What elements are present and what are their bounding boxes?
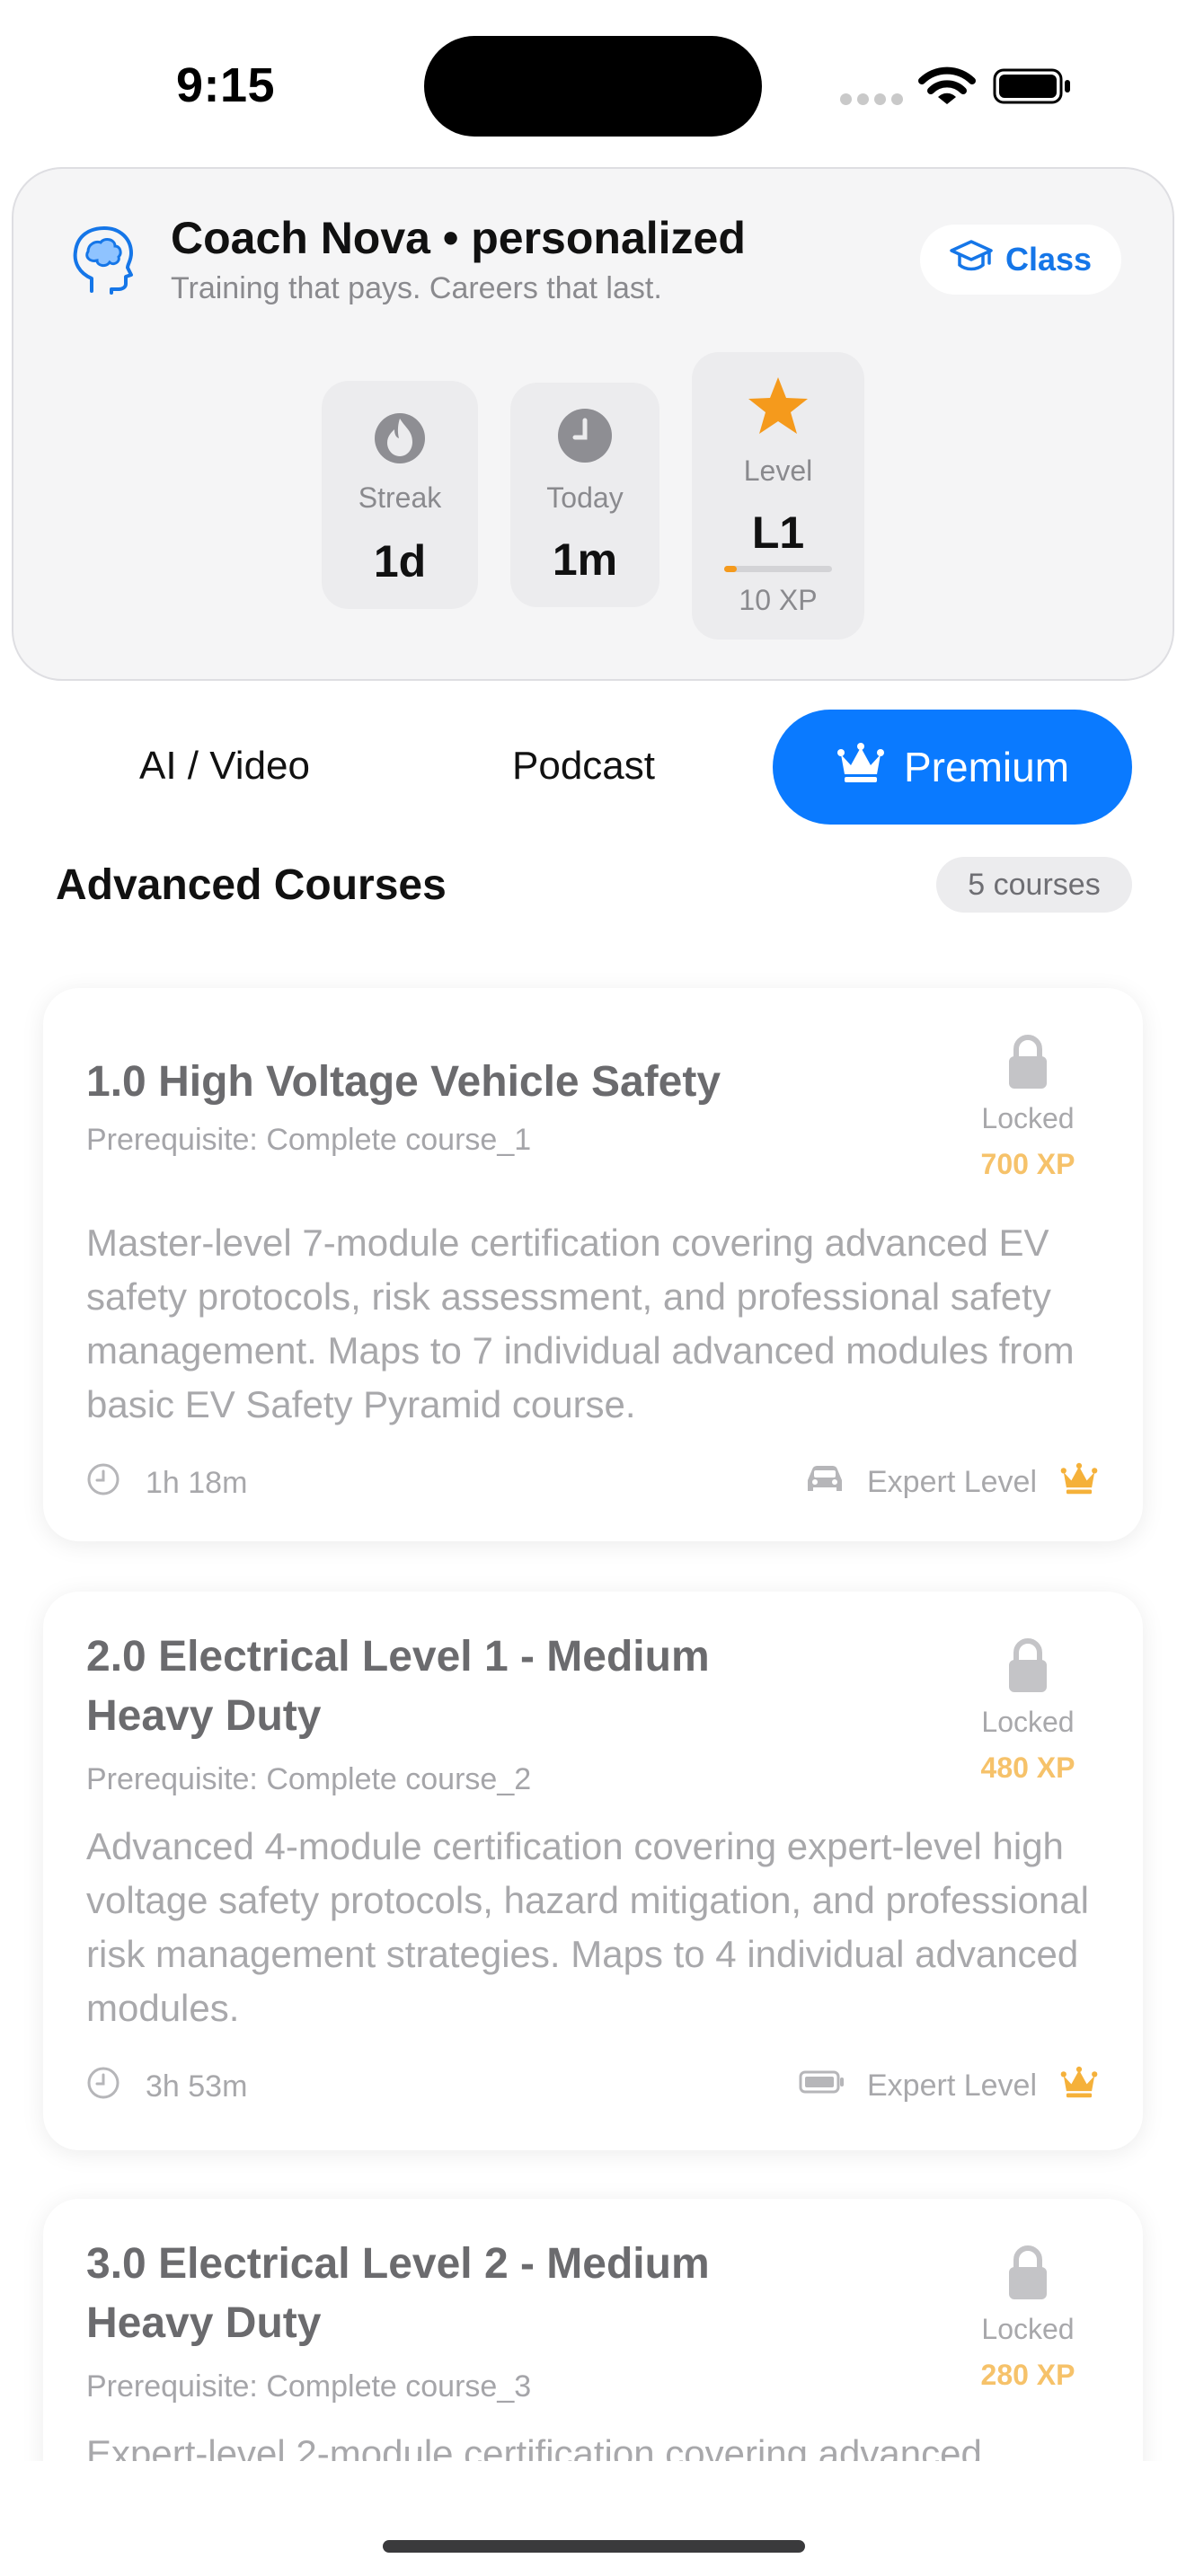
streak-stat: Streak 1d [322,381,478,609]
level-value: L1 [751,507,805,558]
status-time: 9:15 [176,58,276,112]
signal-dots-icon [840,93,912,106]
course-lock: Locked 700 XP [956,1033,1100,1181]
course-duration: 1h 18m [86,1462,247,1504]
today-label: Today [546,481,624,514]
streak-label: Streak [358,481,442,514]
lock-icon [956,1636,1100,1698]
flame-icon [322,408,478,470]
course-card[interactable]: 2.0 Electrical Level 1 - Medium Heavy Du… [43,1592,1143,2150]
course-level: Expert Level [804,1462,1100,1503]
lock-icon [956,2244,1100,2306]
tab-podcast[interactable]: Podcast [512,744,655,789]
level-xp: 10 XP [739,584,818,616]
level-text: Expert Level [867,2069,1037,2103]
course-title: 3.0 Electrical Level 2 - Medium Heavy Du… [86,2240,710,2347]
level-text: Expert Level [867,1465,1037,1499]
streak-value: 1d [373,536,427,587]
course-count-badge: 5 courses [936,857,1132,913]
car-icon [804,1462,845,1503]
course-duration: 3h 53m [86,2066,247,2108]
brain-head-icon [68,225,137,299]
class-button[interactable]: Class [920,225,1121,295]
graduation-cap-icon [950,238,993,282]
clock-outline-icon [86,1462,120,1504]
course-description: Advanced 4-module certification covering… [86,1825,1089,2029]
level-stat: Level L1 10 XP [692,352,864,640]
clock-icon [510,408,659,468]
battery-status-icon [993,68,1072,104]
course-prereq: Prerequisite: Complete course_1 [86,1123,532,1157]
wifi-icon [918,65,976,112]
lock-icon [956,1033,1100,1095]
course-lock: Locked 480 XP [956,1636,1100,1785]
course-prereq: Prerequisite: Complete course_3 [86,2369,532,2404]
class-button-label: Class [1005,241,1093,278]
xp-progress-bar [724,566,832,572]
home-indicator[interactable] [383,2540,805,2553]
lock-label: Locked [981,1102,1075,1134]
course-list: 1.0 High Voltage Vehicle Safety Prerequi… [0,952,1186,2461]
coach-subtitle: Training that pays. Careers that last. [171,271,662,305]
course-description: Expert-level 2-module certification cove… [86,2432,982,2461]
course-xp: 480 XP [980,1751,1075,1784]
xp-progress-fill [724,566,738,572]
lock-label: Locked [981,1706,1075,1738]
tab-ai-video[interactable]: AI / Video [139,744,310,789]
coach-title: Coach Nova • personalized [171,213,746,263]
duration-text: 3h 53m [146,2069,248,2104]
tab-premium-label: Premium [903,744,1070,790]
today-stat: Today 1m [510,383,659,607]
battery-icon [799,2069,845,2104]
course-card[interactable]: 3.0 Electrical Level 2 - Medium Heavy Du… [43,2199,1143,2461]
clock-outline-icon [86,2066,120,2108]
lock-label: Locked [981,2313,1075,2345]
section-title: Advanced Courses [56,861,447,909]
crown-icon [1058,1462,1100,1503]
course-card[interactable]: 1.0 High Voltage Vehicle Safety Prerequi… [43,988,1143,1541]
course-lock: Locked 280 XP [956,2244,1100,2392]
level-label: Level [743,454,813,487]
today-value: 1m [552,534,618,585]
course-title: 1.0 High Voltage Vehicle Safety [86,1058,721,1106]
dynamic-island [424,36,762,137]
duration-text: 1h 18m [146,1466,248,1500]
tab-premium[interactable]: Premium [773,710,1132,825]
course-prereq: Prerequisite: Complete course_2 [86,1762,532,1796]
crown-icon [1058,2066,1100,2106]
crown-icon [836,742,886,793]
course-description: Master-level 7-module certification cove… [86,1222,1075,1425]
course-xp: 280 XP [980,2359,1075,2391]
course-level: Expert Level [799,2066,1100,2106]
course-xp: 700 XP [980,1148,1075,1180]
course-title: 2.0 Electrical Level 1 - Medium Heavy Du… [86,1633,710,1740]
star-icon [692,375,864,441]
